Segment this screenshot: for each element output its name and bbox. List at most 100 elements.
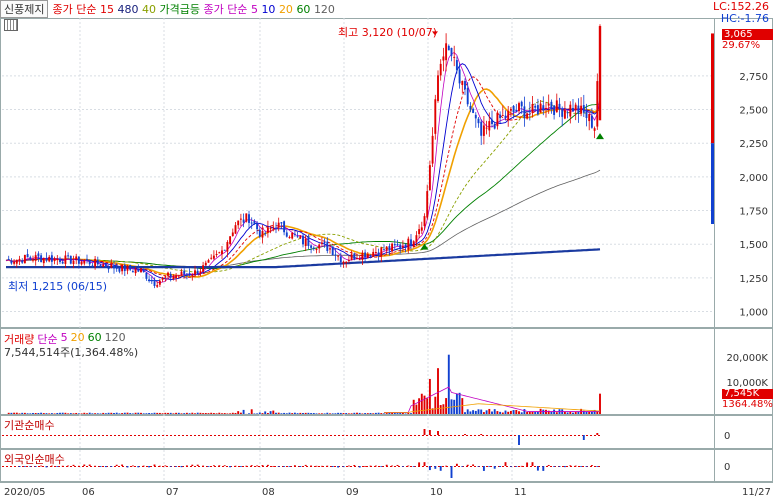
volume-bar xyxy=(137,412,140,414)
volume-bar xyxy=(86,413,88,414)
candle-body xyxy=(410,239,412,246)
volume-bar xyxy=(45,413,48,414)
volume-bar xyxy=(466,409,469,414)
table-icon[interactable] xyxy=(4,19,18,31)
volume-bar xyxy=(507,411,510,414)
volume-bar xyxy=(377,412,380,414)
candle-body xyxy=(461,80,464,85)
candle-body xyxy=(310,245,313,248)
foreign-bar xyxy=(239,466,242,467)
foreign-bar xyxy=(455,463,458,466)
candle-body xyxy=(350,254,353,260)
candle-body xyxy=(131,271,134,273)
volume-bar xyxy=(202,413,205,414)
foreign-tick: 0 xyxy=(724,462,730,473)
foreign-bar xyxy=(596,466,599,467)
volume-bar xyxy=(226,413,229,414)
candle-body xyxy=(156,285,159,287)
candle-body xyxy=(118,267,121,272)
volume-bar xyxy=(474,410,477,414)
volume-bar xyxy=(374,412,377,414)
volume-bar xyxy=(23,412,26,414)
foreign-bar xyxy=(374,465,377,467)
volume-bar xyxy=(150,413,153,414)
foreign-bar xyxy=(418,462,421,466)
volume-bar xyxy=(40,412,43,414)
foreign-bar xyxy=(499,466,502,467)
chart-header: 신풍제지 종가 단순 15 480 40 가격급등 종가 단순 5 10 20 … xyxy=(0,0,335,18)
candle-body xyxy=(507,110,510,121)
candle-body xyxy=(372,251,375,257)
volume-bar xyxy=(526,412,529,414)
volume-bar xyxy=(199,412,202,414)
volume-bar xyxy=(572,412,574,414)
candle-body xyxy=(326,241,329,251)
candle-body xyxy=(145,272,148,279)
foreign-bar xyxy=(67,465,70,467)
foreign-bar xyxy=(380,466,383,467)
foreign-bar xyxy=(126,466,129,468)
volume-bar xyxy=(123,412,126,414)
candle-body xyxy=(194,270,196,275)
y-tick-label: 1,000 xyxy=(739,308,768,319)
volume-bar xyxy=(266,413,269,414)
volume-bar xyxy=(183,413,186,414)
volume-bar xyxy=(477,409,480,414)
foreign-bar xyxy=(288,466,291,467)
volume-bar xyxy=(129,413,132,414)
candle-body xyxy=(426,191,429,218)
candle-body xyxy=(56,258,59,260)
volume-bar xyxy=(48,413,51,414)
volume-bar xyxy=(104,413,107,414)
candle-body xyxy=(137,269,140,272)
foreign-bar xyxy=(191,464,194,466)
candle-body xyxy=(547,103,550,106)
volume-bar xyxy=(118,413,121,414)
volume-bar xyxy=(320,413,323,414)
foreign-bar xyxy=(153,464,156,466)
foreign-bar xyxy=(391,465,394,467)
candle-body xyxy=(504,115,507,119)
volume-bar xyxy=(380,413,383,414)
candle-body xyxy=(172,276,175,280)
volume-bar xyxy=(42,413,45,414)
foreign-bar xyxy=(434,466,437,469)
foreign-bar xyxy=(445,465,448,467)
candle-body xyxy=(431,135,434,164)
y-tick-label: 2,250 xyxy=(739,139,768,150)
candle-body xyxy=(447,45,450,51)
candle-body xyxy=(453,56,456,58)
volume-bar xyxy=(56,412,59,414)
candle-body xyxy=(428,165,431,191)
volume-bar xyxy=(10,412,13,414)
candle-body xyxy=(496,112,499,127)
foreign-bar xyxy=(304,464,307,466)
candle-body xyxy=(439,63,442,76)
candle-body xyxy=(545,107,547,109)
volume-bar xyxy=(158,412,161,414)
volume-bar xyxy=(304,412,307,414)
stock-name[interactable]: 신풍제지 xyxy=(0,0,49,18)
volume-bar xyxy=(493,409,496,414)
volume-bar xyxy=(218,412,221,414)
volume-bar xyxy=(64,412,67,414)
legend-item: 15 xyxy=(99,3,118,16)
ma20-line xyxy=(5,88,601,278)
candle-body xyxy=(283,221,286,233)
volume-bar xyxy=(361,413,364,414)
candle-body xyxy=(107,267,110,270)
foreign-bar xyxy=(164,465,167,467)
candle-body xyxy=(420,227,423,231)
foreign-bar xyxy=(342,466,345,467)
candle-body xyxy=(104,264,107,268)
foreign-bar xyxy=(353,464,356,466)
foreign-bar xyxy=(94,465,97,467)
candle-body xyxy=(180,271,183,276)
volume-bar xyxy=(329,413,331,414)
volume-bar xyxy=(272,410,275,414)
candle-body xyxy=(566,112,569,114)
volume-bar xyxy=(88,412,91,414)
volume-bar xyxy=(167,412,169,414)
candle-body xyxy=(258,229,261,237)
volume-bar xyxy=(110,412,113,414)
